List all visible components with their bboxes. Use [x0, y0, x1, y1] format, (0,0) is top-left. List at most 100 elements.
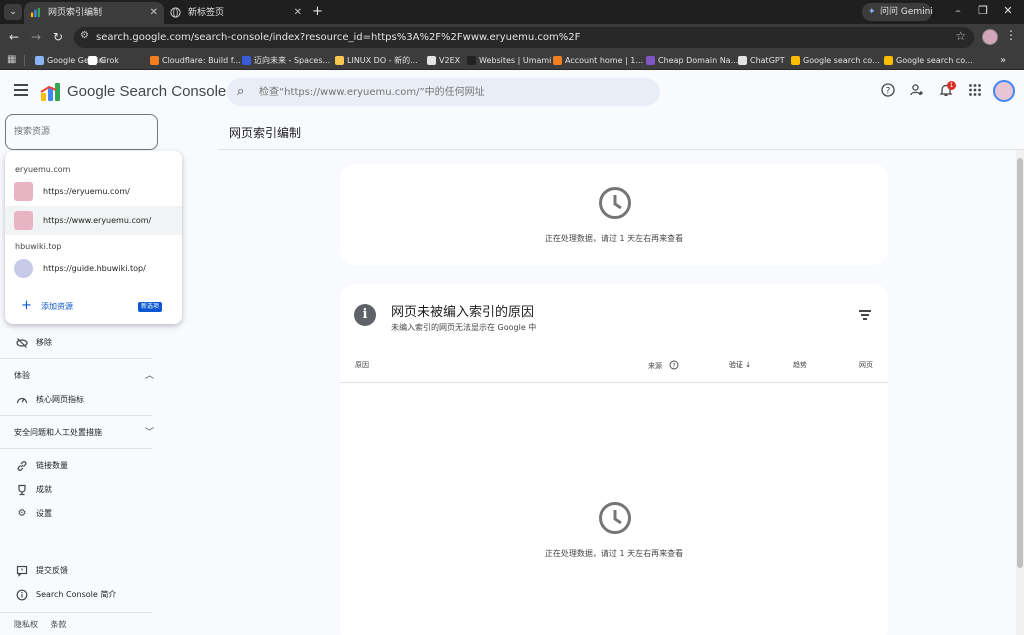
ask-gemini-label: 问问 Gemini	[880, 7, 933, 17]
resource-item[interactable]: https://guide.hbuwiki.top/	[5, 254, 182, 283]
new-option-badge: 新选项	[138, 302, 163, 312]
notification-count-badge: 1	[947, 81, 956, 90]
resource-item[interactable]: https://eryuemu.com/	[5, 177, 182, 206]
help-circle-icon[interactable]: ?	[669, 360, 679, 370]
indexing-chart-card: 正在处理数据，请过 1 天左右再来查看	[340, 164, 888, 265]
ask-gemini-button[interactable]: ✦ 问问 Gemini	[862, 3, 933, 21]
forward-arrow-icon[interactable]: →	[28, 29, 44, 45]
site-favicon	[14, 259, 33, 278]
more-bookmarks-icon[interactable]: »	[1000, 51, 1006, 70]
resource-search-input[interactable]	[14, 115, 152, 149]
bookmark-label: 迈向未来 - Spaces...	[254, 56, 331, 65]
back-arrow-icon[interactable]: ←	[6, 29, 22, 45]
sidebar-item-feedback[interactable]: 提交反馈	[0, 561, 152, 581]
main-menu-icon[interactable]	[14, 84, 28, 96]
eye-off-icon	[16, 337, 28, 349]
filter-icon[interactable]	[859, 310, 871, 320]
new-tab-plus-icon[interactable]: +	[312, 2, 323, 22]
bookmark-item[interactable]: V2EX	[427, 51, 460, 70]
bookmark-item[interactable]: Websites | Umami	[467, 51, 551, 70]
bookmark-item[interactable]: LINUX DO - 新的...	[335, 51, 418, 70]
chrome-profile-avatar[interactable]	[982, 29, 998, 45]
not-indexed-reasons-card: i 网页未被编入索引的原因 未编入索引的网页无法显示在 Google 中 原因 …	[340, 284, 888, 635]
close-tab-icon[interactable]: ✕	[294, 2, 302, 24]
resource-dropdown: eryuemu.com https://eryuemu.com/ https:/…	[5, 151, 182, 324]
account-avatar[interactable]	[993, 80, 1015, 102]
svg-text:?: ?	[886, 87, 891, 97]
terms-link[interactable]: 条款	[51, 620, 67, 629]
clock-icon	[599, 502, 631, 534]
column-header-validation[interactable]: 验证 ↓	[729, 360, 751, 370]
bookmark-favicon-icon	[150, 56, 159, 65]
minimize-window-icon[interactable]: –	[950, 3, 966, 19]
link-icon	[16, 460, 28, 472]
reload-icon[interactable]: ↻	[50, 29, 66, 45]
sidebar-divider	[0, 358, 152, 359]
sidebar-item-settings[interactable]: ⚙ 设置	[0, 504, 152, 524]
bookmark-label: ChatGPT	[750, 56, 785, 65]
browser-tab-bar: ⌄ 网页索引编制 ✕ 新标签页 ✕ + ✦ 问问 Gemini – ❐ ✕	[0, 0, 1024, 24]
tab-new-tab[interactable]: 新标签页 ✕	[164, 2, 308, 24]
bookmark-label: LINUX DO - 新的...	[347, 56, 418, 65]
url-inspection-search[interactable]: ⌕	[227, 78, 660, 106]
bookmark-item[interactable]: Cheap Domain Na...	[646, 51, 738, 70]
sidebar: eryuemu.com https://eryuemu.com/ https:/…	[0, 114, 182, 635]
chevron-up-icon: ︿	[144, 371, 154, 381]
sidebar-section-experience[interactable]: 体验 ︿	[14, 366, 154, 386]
sidebar-item-achievements[interactable]: 成就	[0, 480, 152, 500]
google-apps-icon[interactable]	[967, 83, 983, 99]
close-window-icon[interactable]: ✕	[1000, 3, 1016, 19]
resource-group-label: eryuemu.com	[15, 165, 71, 174]
address-url: search.google.com/search-console/index?r…	[96, 32, 581, 43]
resource-search-box[interactable]	[5, 114, 158, 150]
resource-item-selected[interactable]: https://www.eryuemu.com/	[5, 206, 182, 235]
bookmark-star-icon[interactable]: ☆	[955, 29, 966, 43]
bookmark-favicon-icon	[791, 56, 800, 65]
sidebar-item-removals[interactable]: 移除	[0, 333, 152, 353]
bookmarks-separator	[24, 55, 25, 66]
url-inspection-input[interactable]	[259, 78, 649, 106]
search-console-logo-icon	[40, 83, 60, 101]
page-title: 网页索引编制	[229, 126, 302, 140]
chrome-menu-icon[interactable]: ⋮	[1005, 28, 1017, 42]
bookmark-item[interactable]: ChatGPT	[738, 51, 785, 70]
bookmark-item[interactable]: Account home | 1...	[553, 51, 643, 70]
close-tab-icon[interactable]: ✕	[150, 2, 158, 24]
sidebar-item-about[interactable]: Search Console 简介	[0, 585, 152, 605]
tab-title: 新标签页	[188, 8, 225, 18]
sidebar-item-core-web-vitals[interactable]: 核心网页指标	[0, 390, 152, 410]
restore-window-icon[interactable]: ❐	[975, 3, 991, 19]
sidebar-section-security[interactable]: 安全问题和人工处置措施 ﹀	[14, 423, 154, 443]
bookmark-favicon-icon	[884, 56, 893, 65]
bookmark-item[interactable]: Cloudflare: Build f...	[150, 51, 241, 70]
product-name: Google Search Console	[67, 83, 227, 100]
gear-icon: ⚙	[17, 508, 27, 519]
privacy-link[interactable]: 隐私权	[14, 620, 38, 629]
bookmark-label: Cloudflare: Build f...	[162, 56, 241, 65]
bookmark-favicon-icon	[427, 56, 436, 65]
resource-url: https://eryuemu.com/	[43, 187, 130, 196]
tab-page-indexing[interactable]: 网页索引编制 ✕	[24, 2, 164, 24]
card-title: 网页未被编入索引的原因	[391, 305, 535, 320]
bookmark-item[interactable]: 迈向未来 - Spaces...	[242, 51, 330, 70]
manage-users-icon[interactable]	[909, 83, 925, 99]
apps-grid-icon[interactable]: ▦	[7, 54, 16, 65]
app-header: Google Search Console ⌕ ? 1	[0, 70, 1024, 114]
help-icon[interactable]: ?	[880, 83, 896, 99]
tab-title: 网页索引编制	[48, 8, 103, 18]
bookmark-item[interactable]: Google search co...	[791, 51, 880, 70]
tab-search-button[interactable]: ⌄	[4, 4, 22, 20]
address-bar[interactable]: ⚙ search.google.com/search-console/index…	[74, 27, 974, 48]
page-scrollbar[interactable]	[1016, 150, 1024, 635]
scrollbar-thumb[interactable]	[1017, 158, 1023, 568]
bookmark-item[interactable]: Google search co...	[884, 51, 973, 70]
site-info-icon[interactable]: ⚙	[80, 30, 89, 41]
column-header-trend: 趋势	[793, 361, 807, 369]
chevron-down-icon: ﹀	[144, 428, 154, 438]
bookmark-label: Websites | Umami	[479, 56, 552, 65]
bookmark-item[interactable]: Grok	[88, 51, 119, 70]
bookmark-favicon-icon	[738, 56, 747, 65]
feedback-icon	[16, 565, 28, 577]
sidebar-item-links[interactable]: 链接数量	[0, 456, 152, 476]
add-resource-button[interactable]: + 添加资源 新选项	[5, 295, 182, 319]
